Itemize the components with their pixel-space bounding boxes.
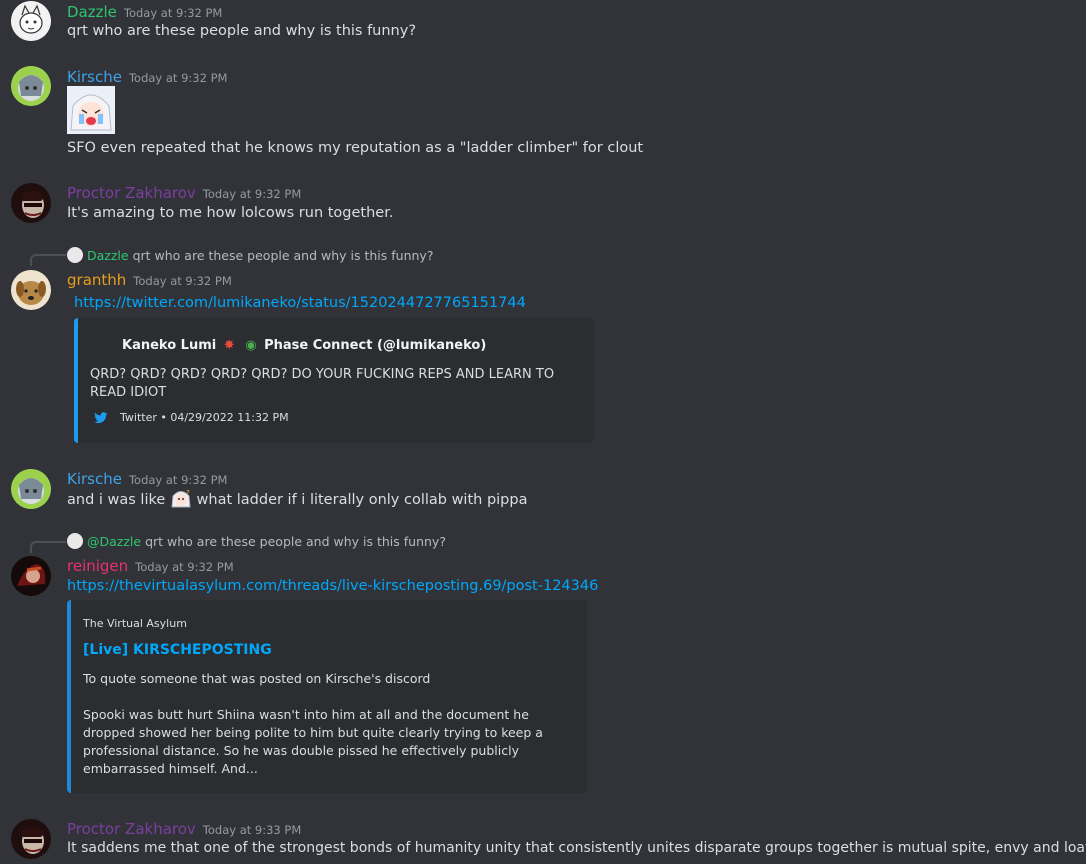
character-avatar-icon (11, 66, 51, 106)
timestamp: Today at 9:33 PM (202, 823, 302, 837)
username[interactable]: Proctor Zakharov (67, 184, 196, 202)
eye-emoji-icon: ◉ (245, 338, 257, 353)
embed-title[interactable]: [Live] KIRSCHEPOSTING (83, 642, 272, 658)
dazzle-mini-avatar-icon (67, 533, 83, 549)
character-avatar-icon (11, 556, 51, 596)
anime-girl-crying-sticker-icon (67, 86, 115, 134)
username[interactable]: reinigen (67, 557, 128, 575)
reply-text: qrt who are these people and why is this… (145, 533, 446, 549)
username[interactable]: granthh (67, 271, 126, 289)
explosion-emoji-icon: ✸ (223, 338, 235, 353)
timestamp: Today at 9:32 PM (202, 187, 302, 201)
avatar[interactable] (11, 66, 51, 106)
username[interactable]: Proctor Zakharov (67, 820, 196, 838)
thinking-anime-emoji-icon[interactable]: ? (169, 487, 192, 509)
embed-body: Spooki was butt hurt Shiina wasn't into … (83, 707, 543, 776)
avatar[interactable] (11, 270, 51, 310)
avatar[interactable] (11, 183, 51, 223)
cat-avatar-icon (11, 1, 51, 41)
username[interactable]: Kirsche (67, 470, 122, 488)
username[interactable]: Dazzle (67, 3, 117, 21)
dazzle-mini-avatar-icon (67, 247, 83, 263)
reply-author[interactable]: Dazzle (87, 248, 129, 263)
masked-avatar-icon (11, 819, 51, 859)
message-text: and i was like ? what ladder if i litera… (67, 487, 528, 509)
avatar[interactable] (11, 819, 51, 859)
avatar[interactable] (11, 1, 51, 41)
embed-provider[interactable]: The Virtual Asylum (83, 617, 187, 630)
sticker-image[interactable] (67, 86, 115, 134)
timestamp: Today at 9:32 PM (123, 6, 223, 20)
reply-spine (30, 541, 66, 553)
dog-avatar-icon (11, 270, 51, 310)
masked-avatar-icon (11, 183, 51, 223)
reply-spine (30, 254, 66, 266)
message-text: It saddens me that one of the strongest … (67, 840, 1086, 856)
embed-line1: To quote someone that was posted on Kirs… (83, 671, 431, 686)
embed-description: QRD? QRD? QRD? QRD? QRD? DO YOUR FUCKING… (90, 367, 555, 400)
message-text: SFO even repeated that he knows my reput… (67, 140, 644, 156)
message-text: It's amazing to me how lolcows run toget… (67, 205, 394, 221)
message-link[interactable]: https://thevirtualasylum.com/threads/liv… (67, 578, 598, 594)
reply-text: qrt who are these people and why is this… (132, 247, 434, 263)
timestamp: Today at 9:32 PM (135, 560, 234, 574)
twitter-bird-icon (94, 411, 108, 423)
embed-author[interactable]: Kaneko Lumi ✸ ◉ Phase Connect (@lumikane… (122, 338, 486, 353)
timestamp: Today at 9:32 PM (133, 274, 232, 288)
embed-footer: Twitter • 04/29/2022 11:32 PM (94, 411, 289, 424)
avatar[interactable] (11, 469, 51, 509)
message-text: qrt who are these people and why is this… (67, 23, 417, 39)
timestamp: Today at 9:32 PM (128, 473, 228, 487)
reply-preview[interactable]: Dazzle qrt who are these people and why … (67, 247, 433, 263)
reply-preview[interactable]: @Dazzle qrt who are these people and why… (67, 533, 446, 549)
twitter-embed: Kaneko Lumi ✸ ◉ Phase Connect (@lumikane… (74, 318, 594, 443)
character-avatar-icon (11, 469, 51, 509)
avatar[interactable] (11, 556, 51, 596)
timestamp: Today at 9:32 PM (128, 71, 228, 85)
link-embed: The Virtual Asylum [Live] KIRSCHEPOSTING… (67, 600, 587, 793)
reply-author[interactable]: @Dazzle (87, 534, 141, 549)
svg-text:?: ? (186, 489, 190, 497)
message-link[interactable]: https://twitter.com/lumikaneko/status/15… (74, 295, 526, 311)
username[interactable]: Kirsche (67, 68, 122, 86)
